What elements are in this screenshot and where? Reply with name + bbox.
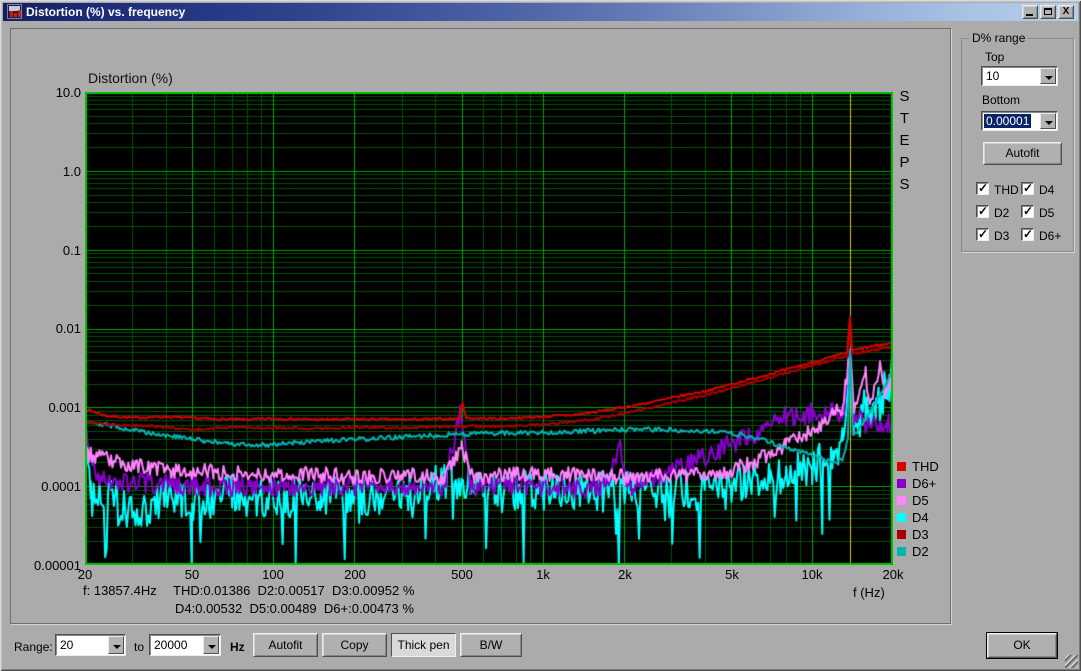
check-icon: ✓: [978, 181, 988, 195]
cursor-frequency-readout: f: 13857.4Hz: [83, 583, 157, 598]
range-to-select[interactable]: 20000: [149, 634, 221, 656]
d2-checkbox[interactable]: ✓: [976, 205, 989, 218]
d6-checkbox-label: D6+: [1039, 229, 1061, 243]
x-tick-label: 1k: [515, 567, 571, 582]
d-range-group-label: D% range: [969, 31, 1028, 45]
autofit-button[interactable]: Autofit: [253, 633, 318, 657]
range-from-value: 20: [60, 638, 73, 652]
check-icon: ✓: [978, 204, 988, 218]
dropdown-button[interactable]: [203, 636, 219, 654]
legend-swatch: [897, 496, 906, 505]
thd-checkbox[interactable]: ✓: [976, 182, 989, 195]
legend-swatch: [897, 462, 906, 471]
range-label: Range:: [14, 640, 53, 654]
bw-button[interactable]: B/W: [460, 633, 522, 657]
y-tick-label: 0.1: [6, 243, 81, 258]
bottom-label: Bottom: [982, 93, 1020, 107]
range-to-value: 20000: [154, 638, 187, 652]
x-tick-label: 100: [245, 567, 301, 582]
legend-label: D6+: [912, 476, 936, 491]
d2-checkbox-label: D2: [994, 206, 1009, 220]
to-label: to: [134, 640, 144, 654]
legend-label: D4: [912, 510, 929, 525]
chart-title: Distortion (%): [88, 70, 173, 86]
panel-autofit-button[interactable]: Autofit: [983, 142, 1062, 165]
x-tick-label: 5k: [704, 567, 760, 582]
x-tick-label: 20k: [865, 567, 921, 582]
dropdown-button[interactable]: [1040, 68, 1056, 84]
range-from-select[interactable]: 20: [55, 634, 126, 656]
chevron-down-icon: [208, 645, 216, 649]
d3-checkbox[interactable]: ✓: [976, 228, 989, 241]
x-axis-unit-label: f (Hz): [853, 585, 885, 600]
dropdown-button[interactable]: [1040, 113, 1056, 129]
check-icon: ✓: [1023, 227, 1033, 241]
ok-button[interactable]: OK: [987, 633, 1057, 658]
bottom-range-select[interactable]: 0.00001: [981, 111, 1058, 131]
x-tick-label: 10k: [784, 567, 840, 582]
d4-checkbox[interactable]: ✓: [1021, 182, 1034, 195]
legend-swatch: [897, 479, 906, 488]
top-range-value: 10: [986, 69, 999, 83]
d5-checkbox[interactable]: ✓: [1021, 205, 1034, 218]
d4-checkbox-label: D4: [1039, 183, 1054, 197]
y-tick-label: 1.0: [6, 164, 81, 179]
minimize-button[interactable]: [1022, 5, 1038, 19]
chevron-down-icon: [1045, 121, 1053, 125]
y-tick-label: 0.01: [6, 321, 81, 336]
y-tick-label: 0.0001: [6, 479, 81, 494]
minimize-icon: [1026, 14, 1033, 16]
steps-watermark: STEPS: [896, 88, 913, 198]
copy-button[interactable]: Copy: [322, 633, 387, 657]
close-icon: X: [1059, 6, 1073, 18]
icon-bar: [10, 11, 13, 17]
legend-label: D5: [912, 493, 929, 508]
title-bar[interactable]: Distortion (%) vs. frequency X: [3, 3, 1078, 21]
legend-swatch: [897, 530, 906, 539]
top-label: Top: [985, 50, 1004, 64]
hz-unit-label: Hz: [230, 640, 245, 654]
chevron-down-icon: [113, 645, 121, 649]
legend-label: D3: [912, 527, 929, 542]
maximize-icon: [1044, 8, 1052, 15]
check-icon: ✓: [978, 227, 988, 241]
legend-swatch: [897, 513, 906, 522]
distortion-readout-line2: D4:0.00532 D5:0.00489 D6+:0.00473 %: [175, 601, 414, 616]
d3-checkbox-label: D3: [994, 229, 1009, 243]
close-button[interactable]: X: [1058, 5, 1074, 19]
distortion-readout-line1: THD:0.01386 D2:0.00517 D3:0.00952 %: [173, 583, 414, 598]
resize-grip[interactable]: [1065, 655, 1078, 668]
legend-swatch: [897, 547, 906, 556]
d6-checkbox[interactable]: ✓: [1021, 228, 1034, 241]
icon-bar: [18, 10, 21, 17]
bottom-range-value: 0.00001: [984, 114, 1031, 128]
thd-checkbox-label: THD: [994, 183, 1019, 197]
top-range-select[interactable]: 10: [981, 66, 1058, 86]
x-tick-label: 200: [327, 567, 383, 582]
icon-bar: [14, 13, 17, 17]
y-tick-label: 0.001: [6, 400, 81, 415]
steps-app-icon[interactable]: [7, 4, 22, 19]
x-tick-label: 2k: [597, 567, 653, 582]
d5-checkbox-label: D5: [1039, 206, 1054, 220]
dropdown-button[interactable]: [108, 636, 124, 654]
chevron-down-icon: [1045, 76, 1053, 80]
distortion-plot[interactable]: [85, 92, 893, 565]
check-icon: ✓: [1023, 204, 1033, 218]
legend-label: D2: [912, 544, 929, 559]
window-title: Distortion (%) vs. frequency: [26, 3, 185, 21]
check-icon: ✓: [1023, 181, 1033, 195]
maximize-button[interactable]: [1040, 5, 1056, 19]
x-tick-label: 500: [434, 567, 490, 582]
thick-pen-toggle[interactable]: Thick pen: [391, 633, 456, 657]
steps-app-window: Distortion (%) vs. frequency X Distortio…: [0, 0, 1081, 671]
x-tick-label: 50: [164, 567, 220, 582]
y-tick-label: 10.0: [6, 85, 81, 100]
legend-label: THD: [912, 459, 939, 474]
x-tick-label: 20: [57, 567, 113, 582]
